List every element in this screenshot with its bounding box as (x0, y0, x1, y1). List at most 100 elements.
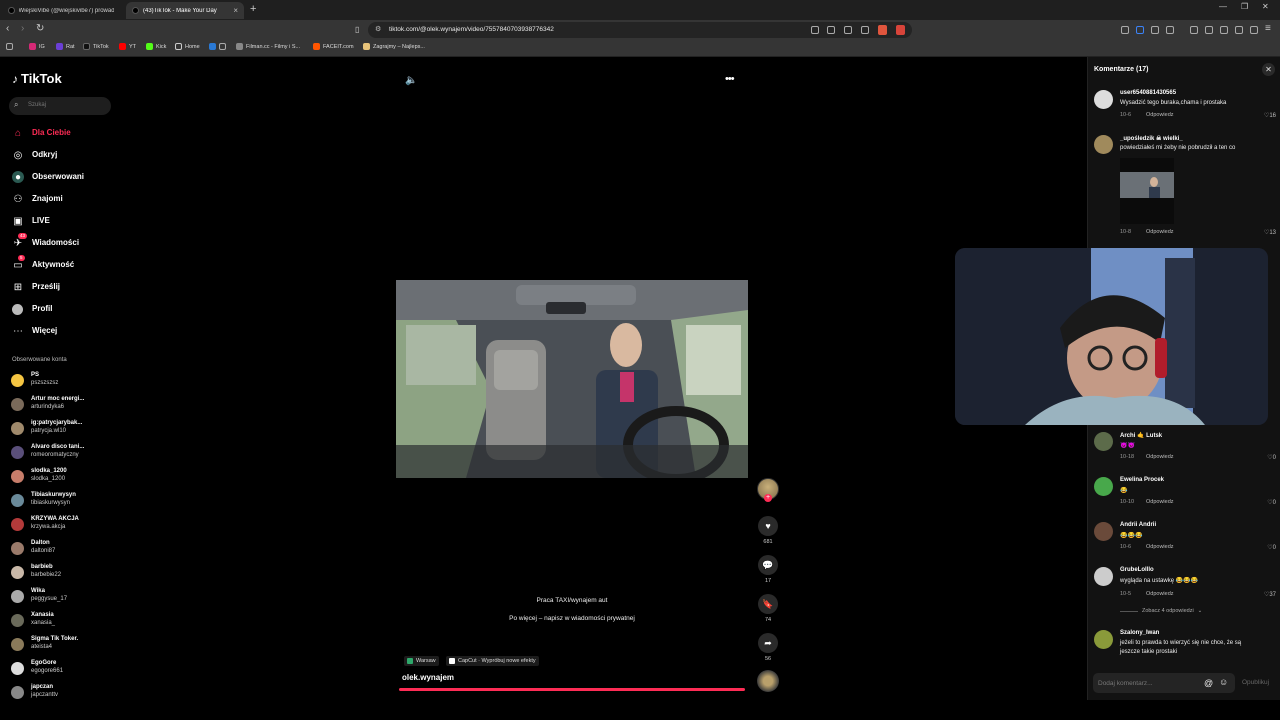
bookmark-yt[interactable]: YT (119, 43, 136, 50)
nav-obserwowani[interactable]: ● Obserwowani (12, 170, 84, 184)
nav-profil[interactable]: Profil (12, 302, 52, 316)
extension-icon[interactable] (1121, 26, 1129, 34)
comment-like[interactable]: ♡0 (1267, 454, 1276, 461)
video-player[interactable] (396, 280, 748, 478)
vpn-icon[interactable] (1250, 26, 1258, 34)
video-author[interactable]: olek.wynajem (402, 673, 454, 682)
avatar[interactable] (1094, 630, 1113, 649)
bookmark-zagrajmy[interactable]: Zagrajmy – Najleps... (363, 43, 425, 50)
rewards-icon[interactable] (896, 25, 905, 35)
avatar[interactable] (1094, 567, 1113, 586)
shield-icon[interactable] (878, 25, 887, 35)
extension-icon[interactable] (811, 26, 819, 34)
wallet-icon[interactable] (1220, 26, 1228, 34)
nav-znajomi[interactable]: ⚇ Znajomi (12, 192, 63, 206)
avatar[interactable] (1094, 90, 1113, 109)
comment-username[interactable]: _upośledzik ☠ wielki_ (1120, 135, 1183, 142)
nav-odkryj[interactable]: ◎ Odkryj (12, 148, 58, 162)
bookmark-filman[interactable]: Filman.cc - Filmy i S... (236, 43, 300, 50)
comment-username[interactable]: GrubeLolllo (1120, 567, 1154, 573)
volume-icon[interactable]: 🔈 (405, 75, 417, 86)
followed-account[interactable]: Xanasia xanasia_ (11, 610, 121, 632)
avatar[interactable] (1094, 477, 1113, 496)
nav-live[interactable]: ▣ LIVE (12, 214, 50, 228)
comment-like[interactable]: ♡0 (1267, 499, 1276, 506)
capcut-chip[interactable]: CapCut · Wypróbuj nowe efekty (446, 656, 539, 666)
followed-account[interactable]: KRZYWA AKCJA krzywa.akcja (11, 514, 121, 536)
reply-button[interactable]: Odpowiedz (1146, 454, 1174, 460)
comment-like[interactable]: ♡13 (1264, 229, 1276, 236)
close-comments-icon[interactable]: ✕ (1262, 63, 1275, 76)
minimize-icon[interactable]: — (1219, 2, 1227, 11)
avatar[interactable] (1094, 432, 1113, 451)
followed-account[interactable]: Tibiaskurwysyn tibiaskurwysyn (11, 490, 121, 512)
bookmark-rat[interactable]: Rat (56, 43, 75, 50)
view-replies-button[interactable]: Zobacz 4 odpowiedzi ⌄ (1120, 608, 1202, 614)
maximize-icon[interactable]: ❐ (1241, 2, 1248, 11)
comment-like[interactable]: ♡0 (1267, 544, 1276, 551)
comment-action[interactable]: 💬 17 (757, 555, 779, 584)
comment-username[interactable]: user6540881430565 (1120, 90, 1176, 96)
more-options-icon[interactable]: ••• (725, 73, 735, 85)
comment-like[interactable]: ♡16 (1264, 112, 1276, 119)
followed-account[interactable]: Sigma Tik Toker. ateista4 (11, 634, 121, 656)
comment-username[interactable]: Archi 🤙 Lutsk (1120, 432, 1162, 439)
video-progress-bar[interactable] (399, 688, 745, 691)
nav-przeslij[interactable]: ⊞ Prześlij (12, 280, 60, 294)
sidebar-icon[interactable] (1205, 26, 1213, 34)
comment-like[interactable]: ♡37 (1264, 591, 1276, 598)
tiktok-logo[interactable]: ♪ TikTok (12, 71, 62, 86)
comment-username[interactable]: Szalony_Iwan (1120, 630, 1159, 636)
followed-account[interactable]: barbieb barbebie22 (11, 562, 121, 584)
reply-button[interactable]: Odpowiedz (1146, 591, 1174, 597)
reply-button[interactable]: Odpowiedz (1146, 499, 1174, 505)
followed-account[interactable]: ig:patrycjarybak... patrycja.wl10 (11, 418, 121, 440)
followed-account[interactable]: Artur moc energi... arturindyka6 (11, 394, 121, 416)
bookmark-kick[interactable]: Kick (146, 43, 166, 50)
media-icon[interactable] (1190, 26, 1198, 34)
avatar[interactable] (1094, 522, 1113, 541)
extension-icon[interactable] (1151, 26, 1159, 34)
share-action[interactable]: ➦ 56 (757, 633, 779, 662)
follow-plus-icon[interactable]: + (764, 494, 772, 502)
close-tab-icon[interactable]: × (233, 6, 238, 15)
nav-aktywnosc[interactable]: ▭ 5 Aktywność (12, 255, 74, 272)
nav-wiecej[interactable]: ⋯ Więcej (12, 324, 57, 338)
bookmark-misc[interactable] (209, 43, 226, 50)
nav-dla-ciebie[interactable]: ⌂ Dla Ciebie (12, 126, 71, 140)
followed-account[interactable]: Dalton daltoni87 (11, 538, 121, 560)
bookmark-faceit[interactable]: FACEIT.com (313, 43, 354, 50)
comment-username[interactable]: Andrii Andrii (1120, 522, 1156, 528)
forward-icon[interactable]: › (21, 23, 24, 34)
cast-icon[interactable] (827, 26, 835, 34)
post-comment-button[interactable]: Opublikuj (1242, 679, 1269, 686)
share-page-icon[interactable] (861, 26, 869, 34)
like-action[interactable]: ♥ 681 (757, 516, 779, 545)
browser-tab-2[interactable]: (43)TikTok - Make Your Day × (126, 2, 244, 19)
menu-icon[interactable]: ≡ (1265, 23, 1271, 34)
comment-image[interactable] (1120, 158, 1174, 224)
reply-button[interactable]: Odpowiedz (1146, 229, 1174, 235)
nav-wiadomosci[interactable]: ✈ 43 Wiadomości (12, 233, 79, 250)
bookmark-ig[interactable]: IG (29, 43, 45, 50)
mention-icon[interactable]: @ (1204, 678, 1213, 688)
comment-input[interactable] (1098, 676, 1196, 690)
followed-account[interactable]: Wika peggysue_17 (11, 586, 121, 608)
site-info-icon[interactable]: ⚙ (375, 25, 381, 33)
followed-account[interactable]: PS pszszszsz (11, 370, 121, 392)
followed-account[interactable]: slodka_1200 slodka_1200 (11, 466, 121, 488)
bookmark-action[interactable]: 🔖 74 (757, 594, 779, 623)
followed-account[interactable]: EgoGore egogore661 (11, 658, 121, 680)
new-tab-button[interactable]: + (250, 3, 256, 15)
music-disc-icon[interactable] (757, 670, 779, 692)
close-window-icon[interactable]: ✕ (1262, 2, 1269, 11)
search-input[interactable]: ⌕ Szukaj (9, 97, 111, 115)
avatar[interactable] (1094, 135, 1113, 154)
comment-username[interactable]: Ewelina Procek (1120, 477, 1164, 483)
bookmark-tiktok[interactable]: TikTok (83, 43, 109, 50)
extension-icon[interactable] (1235, 26, 1243, 34)
reload-icon[interactable]: ↻ (36, 23, 44, 34)
bookmark-home[interactable]: Home (175, 43, 200, 50)
apps-icon[interactable] (6, 43, 13, 50)
location-chip[interactable]: Warsaw (404, 656, 439, 666)
